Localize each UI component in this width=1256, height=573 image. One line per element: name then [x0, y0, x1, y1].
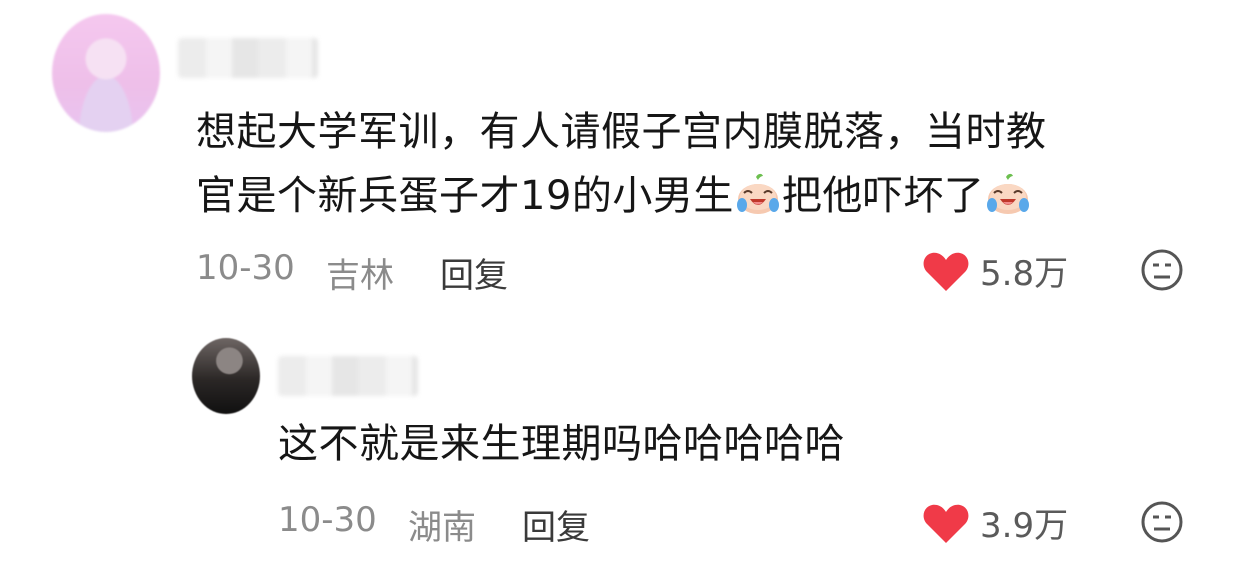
reply-button[interactable]: 回复	[522, 500, 590, 549]
like-count: 5.8万	[980, 254, 1069, 294]
comment-location: 湖南	[408, 508, 476, 548]
comment-location: 吉林	[326, 256, 394, 296]
username-blurred[interactable]	[278, 356, 418, 396]
like-count: 3.9万	[980, 506, 1069, 546]
dislike-face-icon[interactable]	[1140, 248, 1184, 292]
crying-laughing-emoji-icon	[987, 173, 1030, 214]
comment-text: 这不就是来生理期吗哈哈哈哈哈	[278, 421, 845, 467]
comment-date: 10-30	[196, 248, 295, 288]
username-blurred[interactable]	[178, 38, 318, 78]
reply-button[interactable]: 回复	[440, 248, 508, 297]
dislike-face-icon[interactable]	[1140, 500, 1184, 544]
heart-icon	[923, 504, 969, 543]
comment-text-line: 想起大学军训，有人请假子宫内膜脱落，当时教	[196, 109, 1047, 155]
crying-laughing-emoji-icon	[736, 173, 779, 214]
comment-date: 10-30	[278, 500, 377, 540]
heart-icon	[923, 252, 969, 291]
avatar[interactable]	[52, 14, 160, 132]
avatar[interactable]	[192, 338, 260, 414]
like-button[interactable]: 3.9万	[922, 498, 1068, 547]
like-button[interactable]: 5.8万	[922, 246, 1068, 295]
comment-text-line: 官是个新兵蛋子才19的小男生 把他吓坏了	[196, 164, 1047, 228]
comment-text: 想起大学军训，有人请假子宫内膜脱落，当时教 官是个新兵蛋子才19的小男生 把他吓…	[196, 100, 1047, 228]
